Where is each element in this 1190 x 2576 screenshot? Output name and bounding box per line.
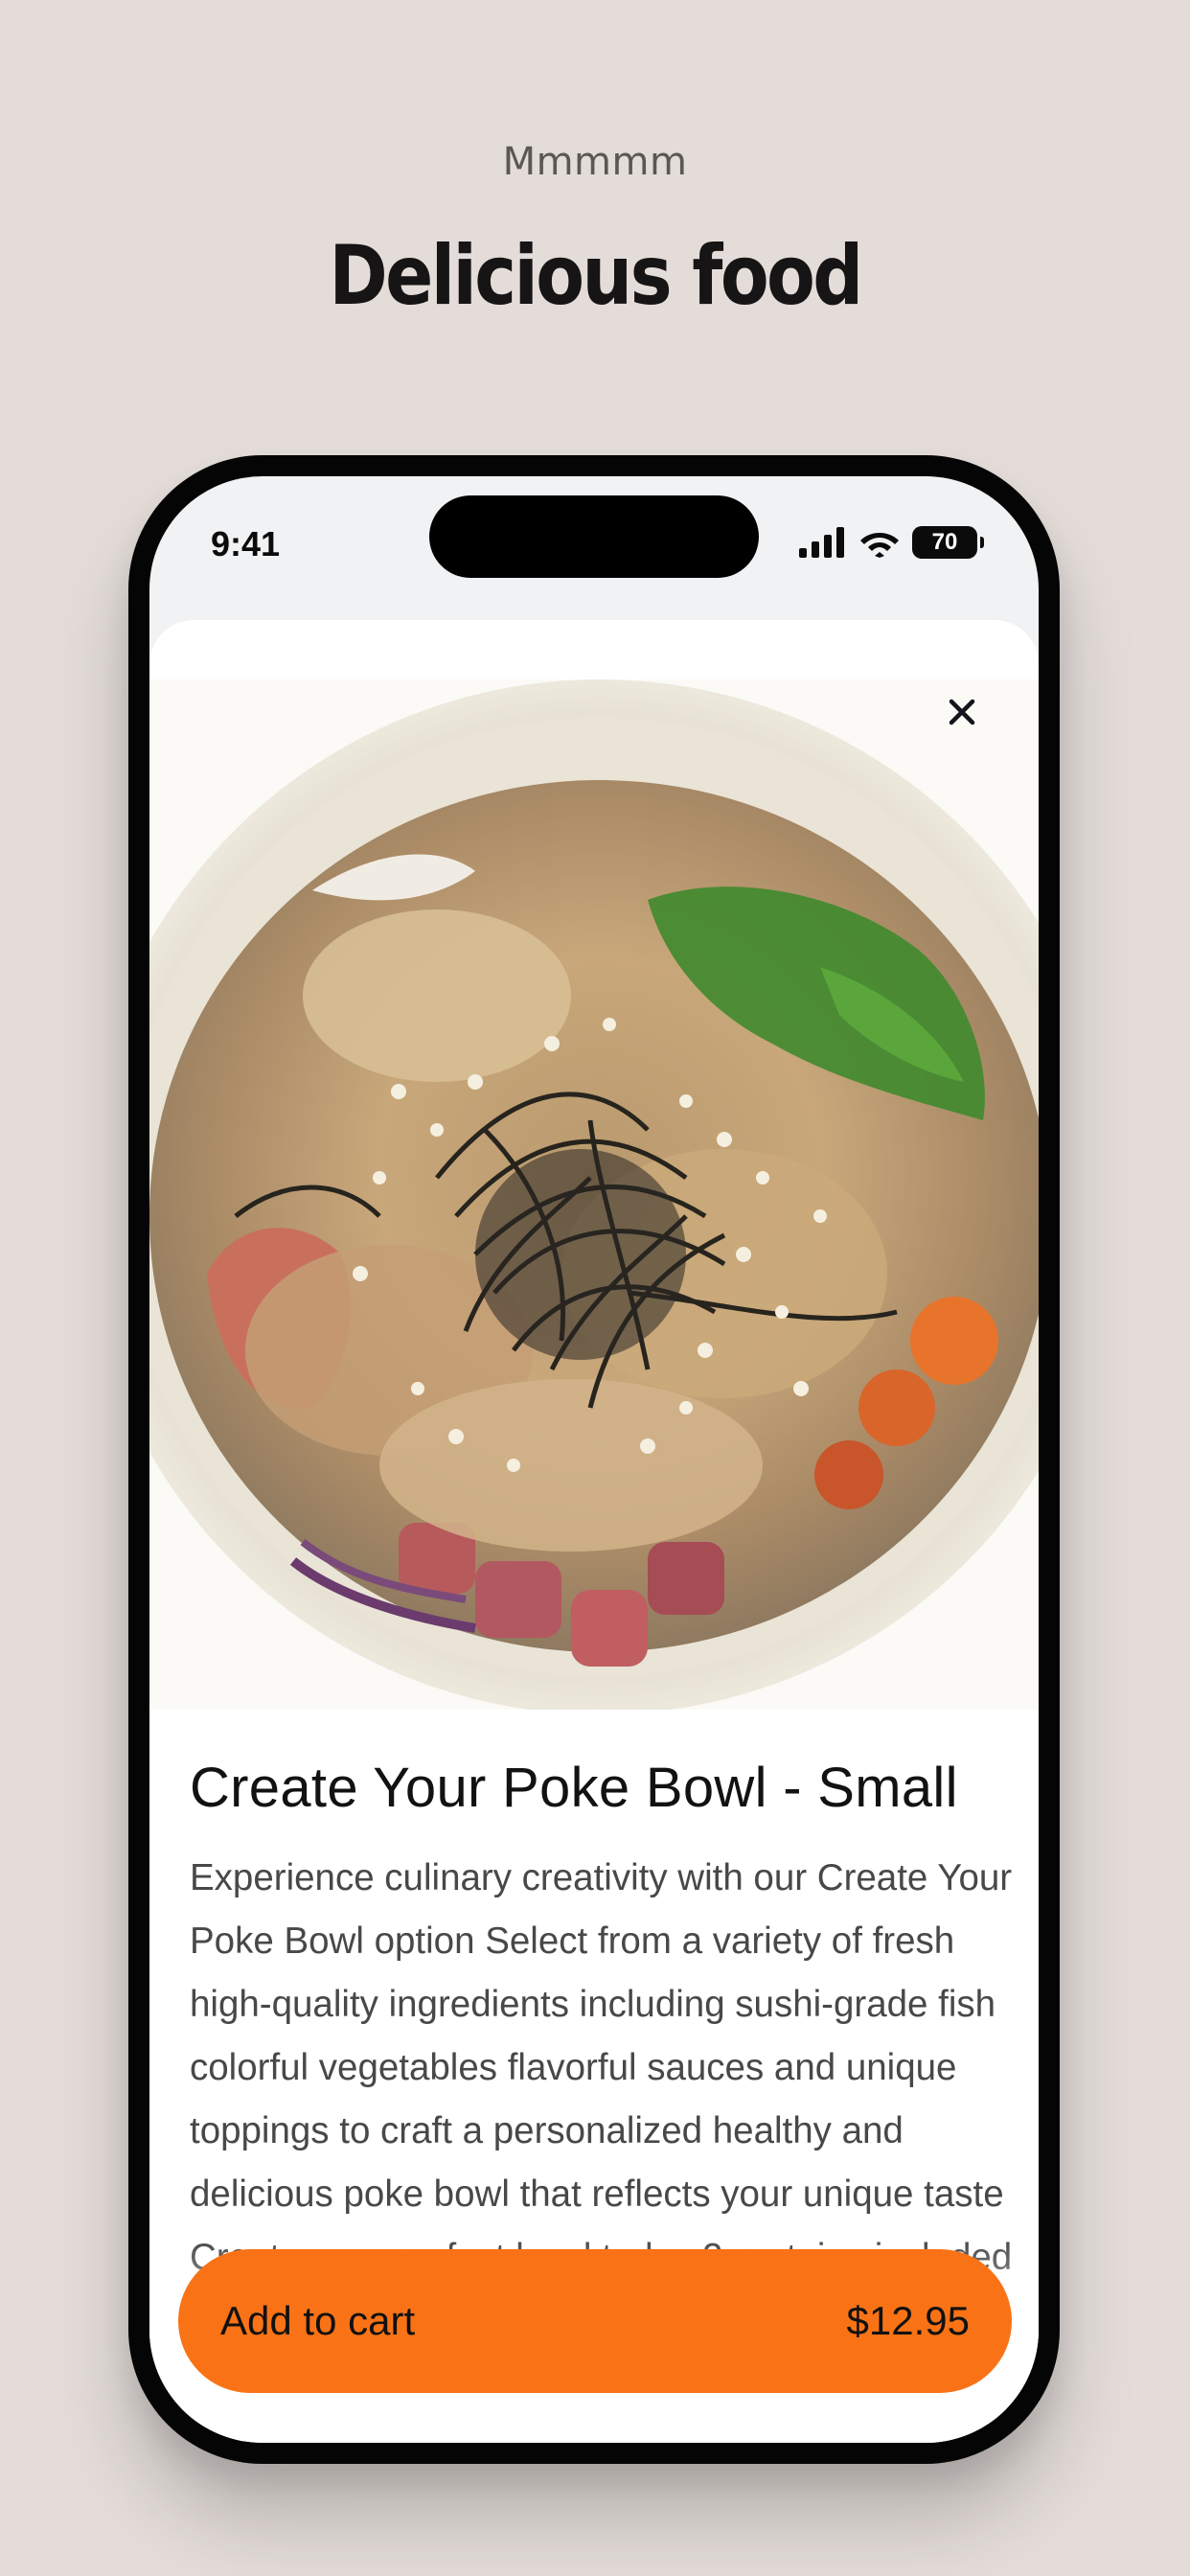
status-icons: 70: [797, 526, 984, 559]
dynamic-island: [429, 495, 759, 578]
battery-icon: 70: [912, 526, 984, 559]
phone-frame: 9:41 70 Create Your Poke Bowl - Small Ex…: [128, 455, 1060, 2464]
page-headline: Delicious food: [329, 228, 863, 324]
phone-screen: 9:41 70 Create Your Poke Bowl - Small Ex…: [149, 476, 1039, 2443]
add-to-cart-label: Add to cart: [220, 2298, 416, 2343]
signal-icon: [799, 527, 844, 558]
poke-bowl-image: [149, 679, 1039, 1710]
status-time: 9:41: [211, 524, 281, 564]
product-sheet: Create Your Poke Bowl - Small Experience…: [149, 620, 1039, 2443]
cart-price: $12.95: [846, 2298, 970, 2343]
wifi-icon: [860, 533, 899, 558]
close-icon: [949, 699, 975, 725]
product-description: Experience culinary creativity with our …: [190, 1857, 1013, 2278]
add-to-cart-button[interactable]: Add to cart $12.95: [178, 2249, 1012, 2393]
close-button[interactable]: [933, 683, 991, 741]
page-eyebrow: Mmmmm: [502, 140, 688, 184]
product-title: Create Your Poke Bowl - Small: [190, 1757, 958, 1819]
